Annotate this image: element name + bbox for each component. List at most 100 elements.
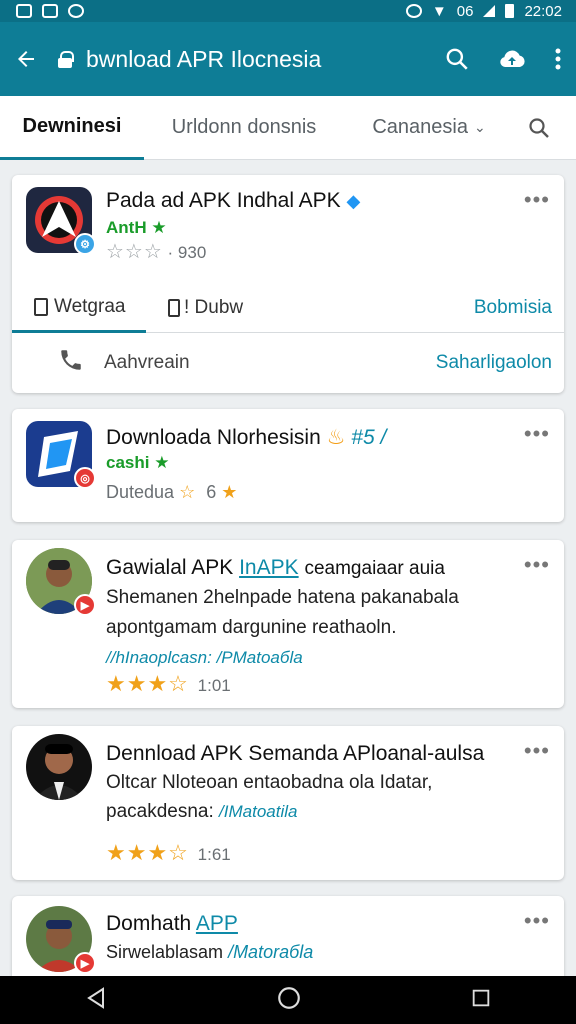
app-card-2[interactable]: ••• ◎ Downloada Nlorhesisin ♨ #5 / cashi… (12, 409, 564, 522)
tab-label: Dewninesi (22, 114, 122, 137)
wifi-icon: ▼ (431, 2, 447, 20)
tab-dewninesi[interactable]: Dewninesi (0, 96, 144, 160)
action-dubw-tab[interactable]: ! Dubw (168, 283, 243, 333)
more-options-icon[interactable]: ••• (524, 910, 550, 932)
search-icon[interactable] (444, 46, 470, 72)
tab-search-icon[interactable] (514, 96, 564, 160)
back-arrow-icon[interactable] (14, 47, 50, 71)
rating-stars-icon: ★★★ (106, 840, 169, 865)
star-outline-icon: ☆ (168, 840, 189, 865)
app-title: Pada ad APK Indhal APK ◆ (106, 189, 360, 213)
green-star-icon: ★ (151, 218, 167, 237)
phone-icon (58, 347, 84, 379)
post-title: Dennload APK Semanda APloanal-aulsa (106, 742, 485, 765)
clock: 22:02 (524, 2, 562, 20)
tab-urldonn[interactable]: Urldonn donsnis (144, 96, 344, 160)
network-label: 06 (456, 2, 474, 20)
rating-stars-icon: ★★★ (106, 671, 169, 696)
more-options-icon[interactable]: ••• (524, 554, 550, 576)
post-line-2: Oltcar Nloteoan entaobadna ola Idatar, (106, 772, 433, 793)
lotus-icon: ♨ (326, 426, 346, 449)
badge-icon: ◎ (74, 467, 96, 489)
post-title-a: Gawialal APK (106, 556, 234, 579)
browser-app-bar: bwnload APR Ilocnesia (0, 22, 576, 96)
app-icon-2: ◎ (26, 421, 96, 489)
app-title-text: Downloada Nlorhesisin (106, 426, 321, 449)
green-star-icon: ★ (154, 453, 170, 472)
app-title-text: Pada ad APK Indhal APK (106, 189, 341, 212)
post-title: Domhath APP (106, 912, 238, 936)
app-card-1[interactable]: ••• ⚙ Pada ad APK Indhal APK ◆ AntH ★ ☆☆… (12, 175, 564, 393)
tab-cananesia[interactable]: Cananesia ⌄ (344, 96, 514, 160)
post-line-3-row: pacakdesna: /IMatoatila (106, 801, 297, 823)
meta-line: Duteduа ☆ 6 ★ (106, 482, 237, 503)
contact-link[interactable]: Saharligaolon (436, 352, 552, 374)
post-title-c: ceamgaiaar auia (304, 558, 445, 579)
action-bobmisia-link[interactable]: Bobmisia (474, 283, 552, 333)
chevron-down-icon: ⌄ (473, 119, 486, 135)
post-line-3: apontgamam dargunine reathaoln. (106, 617, 397, 638)
rating-count: · 930 (167, 243, 207, 262)
more-vert-icon[interactable] (554, 47, 562, 71)
status-bar: ▼ 06 22:02 (0, 0, 576, 22)
post-tags[interactable]: /IMatoatila (219, 802, 297, 821)
post-title-a: Domhath (106, 912, 192, 935)
app-title: Downloada Nlorhesisin ♨ #5 / (106, 425, 386, 450)
contact-label: Aahvreain (104, 352, 190, 373)
post-line-2-b[interactable]: /Matoraбla (228, 942, 313, 962)
star-filled-icon: ★ (221, 482, 238, 502)
developer-name: cashi (106, 453, 150, 472)
notification-icon (16, 4, 32, 18)
card-actions-row: Wetgraa ! Dubw Bobmisia (12, 283, 564, 333)
post-line-2: Sirwelablasam /Matoraбla (106, 942, 313, 963)
rating-line: ★★★☆ 1:61 (106, 840, 231, 866)
alarm-icon (405, 4, 422, 18)
star-outline-icon: ☆ (168, 671, 189, 696)
app-icon-1: ⚙ (26, 187, 96, 255)
post-title-link[interactable]: APP (196, 912, 238, 935)
meta-count: 6 (206, 482, 217, 502)
address-bar-title[interactable]: bwnload APR Ilocnesia (86, 46, 444, 73)
avatar (26, 734, 92, 800)
app-card-4[interactable]: ••• Dennload APK Semanda APloanal-aulsa … (12, 726, 564, 880)
action-left-label: Wetgraa (54, 295, 126, 317)
nav-recents-icon[interactable] (470, 987, 492, 1014)
developer-line: cashi ★ (106, 453, 169, 473)
post-tags[interactable]: //hInaoplcasn: /PMatoaбla (106, 648, 303, 668)
star-outline-icon: ☆ (179, 482, 196, 502)
tab-label: Cananesia (372, 116, 468, 138)
verified-icon: ◆ (346, 191, 361, 211)
rating-line: ☆☆☆ · 930 (106, 239, 206, 264)
post-line-3: pacakdesna: (106, 801, 214, 822)
developer-name: AntH (106, 218, 147, 237)
more-options-icon[interactable]: ••• (524, 423, 550, 445)
document-icon (34, 297, 48, 316)
system-navigation-bar (0, 976, 576, 1024)
post-title-link[interactable]: InAPK (239, 556, 299, 579)
title-tag: #5 / (351, 426, 387, 449)
badge-icon: ▶ (74, 952, 96, 974)
nav-home-icon[interactable] (276, 985, 302, 1016)
avatar: ▶ (26, 906, 96, 974)
developer-line: AntH ★ (106, 218, 167, 238)
more-options-icon[interactable]: ••• (524, 740, 550, 762)
more-options-icon[interactable]: ••• (524, 189, 550, 211)
post-line-2: Shemanen 2helnpade hatena pakanabala (106, 587, 459, 608)
nav-back-icon[interactable] (84, 986, 108, 1015)
app-card-3[interactable]: ••• ▶ Gawialal APK InAPK ceamgaiaar auia… (12, 540, 564, 708)
rating-line: ★★★☆ 1:01 (106, 671, 231, 697)
avatar: ▶ (26, 548, 96, 616)
verified-badge-icon: ⚙ (74, 233, 96, 255)
app-bar-actions (444, 46, 562, 72)
signal-icon (483, 5, 496, 17)
rating-count: 1:01 (197, 676, 231, 695)
action-wetgraa-tab[interactable]: Wetgraa (12, 283, 146, 333)
lock-icon (58, 51, 74, 68)
action-mid-label: ! Dubw (184, 297, 244, 318)
post-title: Gawialal APK InAPK ceamgaiaar auia (106, 556, 445, 580)
rating-stars-icon: ☆☆☆ (106, 241, 163, 263)
cloud-upload-icon[interactable] (498, 46, 526, 72)
contact-row[interactable]: Aahvreain (58, 347, 190, 379)
meta-left: Duteduа (106, 482, 175, 502)
tab-label: Urldonn donsnis (171, 116, 317, 138)
